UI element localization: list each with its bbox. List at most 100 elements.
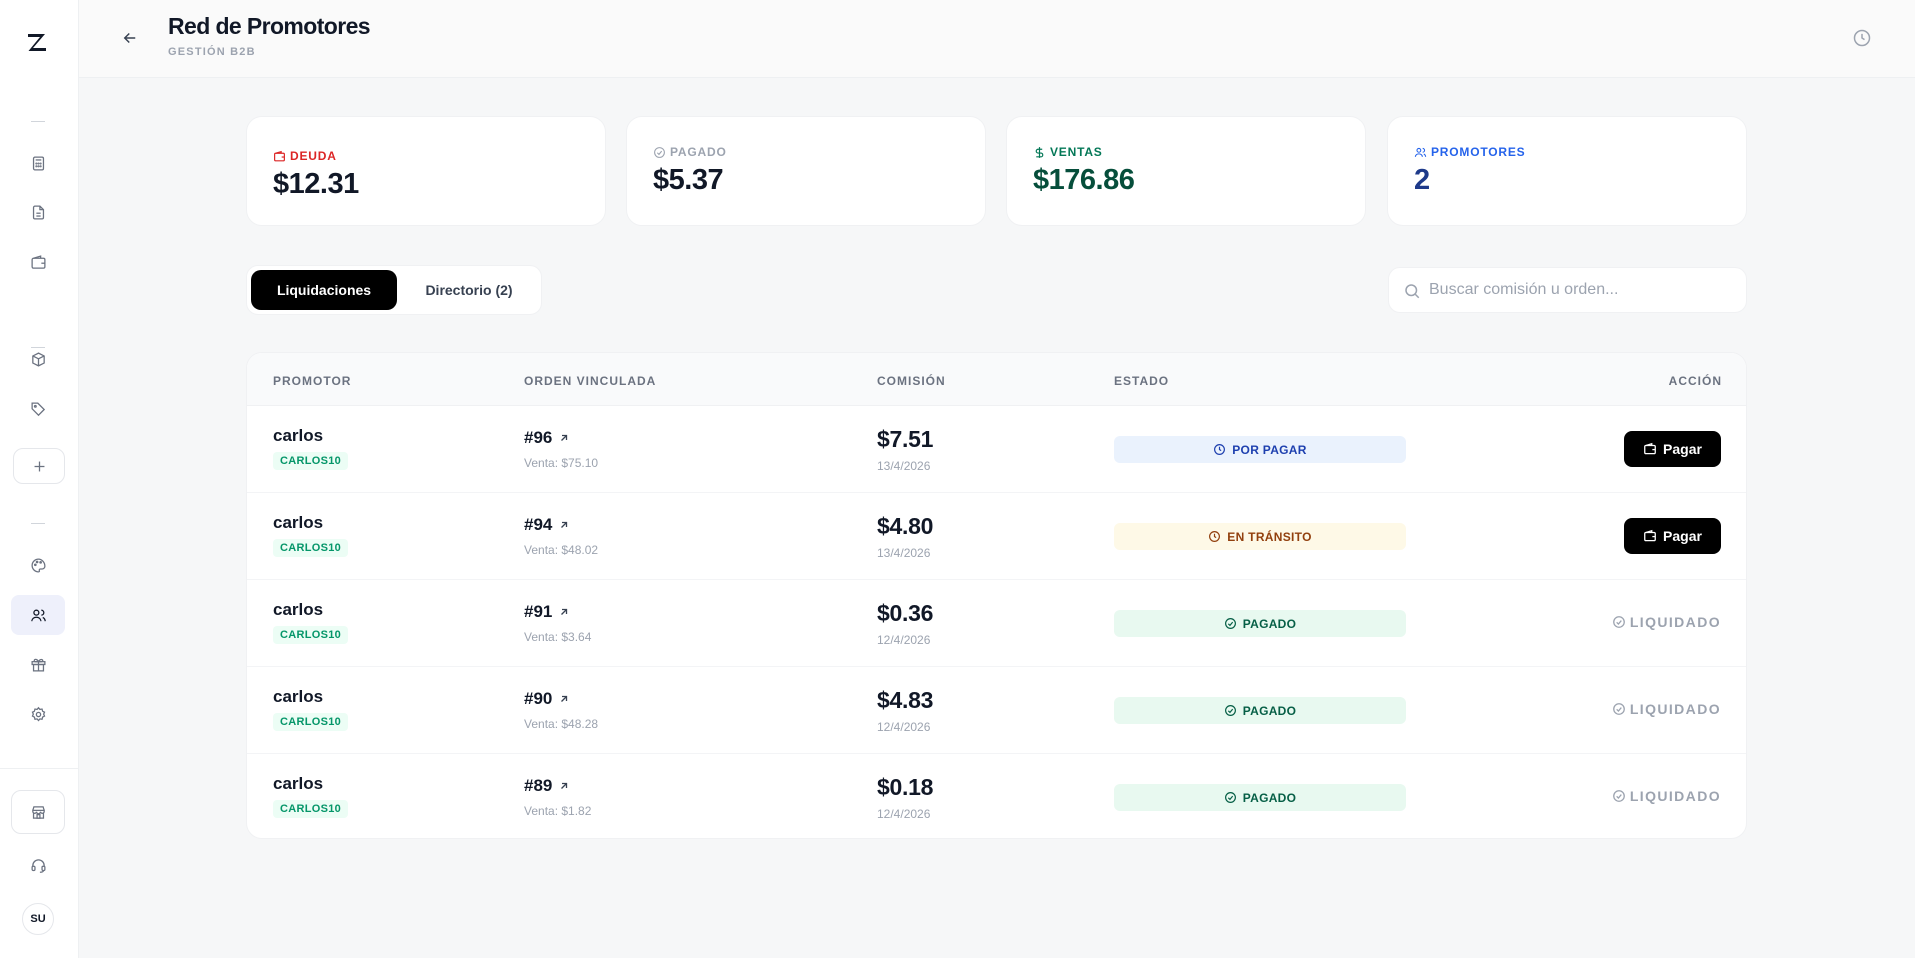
stat-value: $12.31 xyxy=(273,168,359,200)
commissions-table: PROMOTOR ORDEN VINCULADA COMISIÓN ESTADO… xyxy=(246,352,1747,839)
commission-amount: $4.80 xyxy=(877,513,934,539)
column-header[interactable]: ACCIÓN xyxy=(1669,374,1722,388)
avatar[interactable]: SU xyxy=(22,903,54,935)
document-icon[interactable] xyxy=(23,197,53,227)
column-header[interactable]: PROMOTOR xyxy=(273,374,351,388)
wallet-icon xyxy=(1643,442,1657,456)
external-link-icon xyxy=(558,432,570,444)
stat-label: PAGADO xyxy=(653,145,727,159)
external-link-icon xyxy=(558,693,570,705)
pay-button[interactable]: Pagar xyxy=(1624,518,1721,554)
stat-value: $5.37 xyxy=(653,164,724,196)
table-row: carlos CARLOS10 #90 Venta: $48.28 $4.83 … xyxy=(247,667,1746,754)
order-link[interactable]: #89 xyxy=(524,776,570,796)
column-header[interactable]: ORDEN VINCULADA xyxy=(524,374,656,388)
check-circle-icon xyxy=(1224,791,1237,804)
tag-icon[interactable] xyxy=(23,394,53,424)
external-link-icon xyxy=(558,519,570,531)
users-icon[interactable] xyxy=(11,595,65,635)
sale-amount: Venta: $48.02 xyxy=(524,543,599,557)
order-link[interactable]: #94 xyxy=(524,515,570,535)
status-badge: PAGADO xyxy=(1114,610,1406,637)
add-button[interactable] xyxy=(13,448,65,484)
check-circle-icon xyxy=(1224,704,1237,717)
table-row: carlos CARLOS10 #91 Venta: $3.64 $0.36 1… xyxy=(247,580,1746,667)
gear-icon[interactable] xyxy=(23,699,53,729)
tab-directorio[interactable]: Directorio (2) xyxy=(399,270,539,310)
settled-label: LIQUIDADO xyxy=(1612,701,1721,717)
order-link[interactable]: #91 xyxy=(524,602,570,622)
package-icon[interactable] xyxy=(23,344,53,374)
stat-value: $176.86 xyxy=(1033,164,1135,196)
gift-icon[interactable] xyxy=(23,649,53,679)
promoter-name: carlos xyxy=(273,513,324,532)
palette-icon[interactable] xyxy=(23,550,53,580)
external-link-icon xyxy=(558,780,570,792)
status-badge: EN TRÁNSITO xyxy=(1114,523,1406,550)
commission-date: 13/4/2026 xyxy=(877,459,931,473)
promo-code-badge: CARLOS10 xyxy=(273,539,349,557)
wallet-icon xyxy=(1643,529,1657,543)
stat-label: VENTAS xyxy=(1033,145,1103,159)
sidebar: SU xyxy=(0,0,79,958)
order-link[interactable]: #90 xyxy=(524,689,570,709)
check-circle-icon xyxy=(1612,615,1626,629)
promo-code-badge: CARLOS10 xyxy=(273,452,349,470)
check-circle-icon xyxy=(654,146,665,158)
wallet-icon[interactable] xyxy=(23,247,53,277)
commission-amount: $0.18 xyxy=(877,774,934,800)
promo-code-badge: CARLOS10 xyxy=(273,626,349,644)
logo-icon[interactable] xyxy=(25,31,49,55)
tab-liquidaciones[interactable]: Liquidaciones xyxy=(251,270,397,310)
stat-card-debt: DEUDA $12.31 xyxy=(246,116,606,226)
dollar-icon xyxy=(1035,146,1044,158)
external-link-icon xyxy=(558,606,570,618)
search-icon xyxy=(1405,284,1420,299)
stat-card-promoters: PROMOTORES 2 xyxy=(1387,116,1747,226)
sale-amount: Venta: $48.28 xyxy=(524,717,599,731)
commission-amount: $0.36 xyxy=(877,600,934,626)
divider xyxy=(31,523,45,524)
wallet-icon xyxy=(274,150,285,161)
column-header[interactable]: ESTADO xyxy=(1114,374,1169,388)
headset-icon[interactable] xyxy=(23,850,53,880)
check-circle-icon xyxy=(1612,702,1626,716)
clock-icon xyxy=(1213,443,1226,456)
table-row: carlos CARLOS10 #94 Venta: $48.02 $4.80 … xyxy=(247,493,1746,580)
clock-icon xyxy=(1208,530,1221,543)
commission-amount: $4.83 xyxy=(877,687,934,713)
commission-date: 12/4/2026 xyxy=(877,807,931,821)
back-arrow-icon[interactable] xyxy=(119,27,141,49)
calculator-icon[interactable] xyxy=(23,148,53,178)
page-header: Red de Promotores GESTIÓN B2B xyxy=(79,0,1915,78)
commission-date: 12/4/2026 xyxy=(877,720,931,734)
divider xyxy=(0,768,79,769)
status-badge: PAGADO xyxy=(1114,784,1406,811)
divider xyxy=(31,121,45,122)
table-row: carlos CARLOS10 #89 Venta: $1.82 $0.18 1… xyxy=(247,754,1746,838)
sale-amount: Venta: $3.64 xyxy=(524,630,592,644)
users-icon xyxy=(1414,147,1427,157)
tab-bar: Liquidaciones Directorio (2) xyxy=(246,265,542,315)
order-link[interactable]: #96 xyxy=(524,428,570,448)
stat-label: DEUDA xyxy=(273,149,337,163)
store-icon[interactable] xyxy=(11,790,65,834)
column-header[interactable]: COMISIÓN xyxy=(877,374,946,388)
stat-card-sales: VENTAS $176.86 xyxy=(1006,116,1366,226)
pay-button[interactable]: Pagar xyxy=(1624,431,1721,467)
table-header: PROMOTOR ORDEN VINCULADA COMISIÓN ESTADO… xyxy=(247,353,1746,406)
search-box xyxy=(1388,267,1747,313)
search-input[interactable] xyxy=(1429,268,1734,312)
stat-label: PROMOTORES xyxy=(1414,145,1525,159)
promo-code-badge: CARLOS10 xyxy=(273,713,349,731)
clock-icon[interactable] xyxy=(1851,27,1873,49)
settled-label: LIQUIDADO xyxy=(1612,788,1721,804)
status-badge: POR PAGAR xyxy=(1114,436,1406,463)
promoter-name: carlos xyxy=(273,426,324,445)
promoter-name: carlos xyxy=(273,600,324,619)
page-title: Red de Promotores xyxy=(168,13,371,39)
promo-code-badge: CARLOS10 xyxy=(273,800,349,818)
table-row: carlos CARLOS10 #96 Venta: $75.10 $7.51 … xyxy=(247,406,1746,493)
status-badge: PAGADO xyxy=(1114,697,1406,724)
promoter-name: carlos xyxy=(273,687,324,706)
